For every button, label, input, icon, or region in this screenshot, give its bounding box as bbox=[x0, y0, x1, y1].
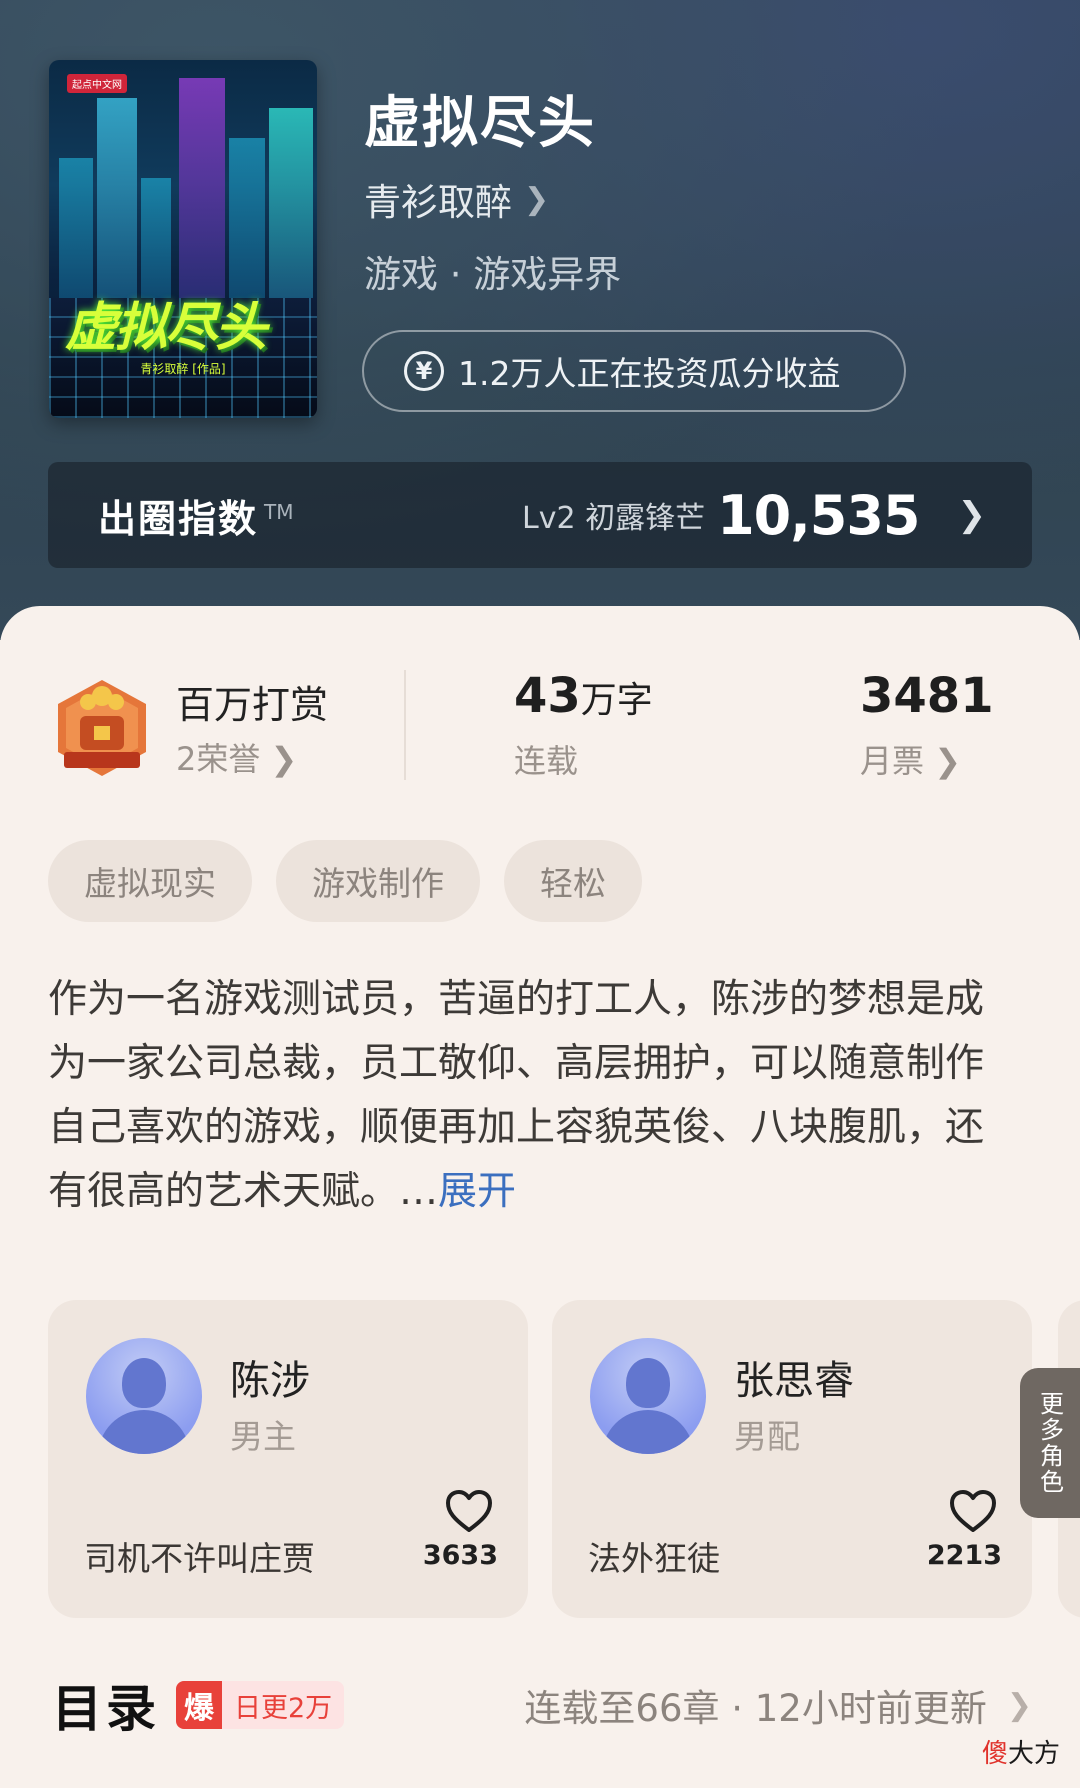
book-title: 虚拟尽头 bbox=[364, 90, 596, 156]
character-card[interactable]: 张思睿 男配 法外狂徒 2213 bbox=[552, 1300, 1032, 1618]
character-voice: 司机不许叫庄贾 bbox=[84, 1539, 315, 1578]
avatar-silhouette-head bbox=[122, 1358, 166, 1408]
avatar bbox=[86, 1338, 202, 1454]
synopsis[interactable]: 作为一名游戏测试员，苦逼的打工人，陈涉的梦想是成为一家公司总裁，员工敬仰、高层拥… bbox=[48, 968, 1008, 1224]
stats-row: 百万打赏 2荣誉 ❯ 43万字 连载 3481 月票 ❯ bbox=[0, 664, 1080, 794]
more-roles-button[interactable]: 更多角色 bbox=[1020, 1368, 1080, 1518]
invest-button[interactable]: ¥ 1.2万人正在投资瓜分收益 bbox=[362, 330, 906, 412]
chevron-right-icon: ❯ bbox=[524, 181, 550, 217]
watermark: 傻大方 bbox=[982, 1733, 1060, 1770]
toc-title: 目录 bbox=[52, 1680, 160, 1738]
character-list: 陈涉 男主 司机不许叫庄贾 3633 张思睿 男配 法外狂徒 2213 bbox=[48, 1300, 1080, 1620]
index-level: Lv2 初露锋芒 bbox=[522, 501, 706, 536]
reward-medal-icon[interactable] bbox=[50, 676, 154, 780]
character-role: 男主 bbox=[230, 1417, 296, 1456]
index-score: 10,535 bbox=[717, 483, 920, 547]
update-badge-text: 日更2万 bbox=[234, 1692, 333, 1724]
toc-status: 连载至66章 · 12小时前更新 bbox=[524, 1687, 987, 1730]
character-voice: 法外狂徒 bbox=[588, 1539, 720, 1578]
cover-building bbox=[97, 98, 137, 308]
avatar-silhouette-body bbox=[98, 1410, 190, 1454]
table-of-contents-row[interactable]: 目录 爆 日更2万 连载至66章 · 12小时前更新 ❯ bbox=[52, 1670, 1032, 1740]
monthly-ticket-link[interactable]: 月票 ❯ bbox=[860, 736, 961, 782]
yen-icon: ¥ bbox=[404, 351, 444, 391]
character-name: 张思睿 bbox=[734, 1358, 854, 1404]
cover-building bbox=[179, 78, 225, 308]
character-name: 陈涉 bbox=[230, 1358, 310, 1404]
heart-icon[interactable] bbox=[948, 1488, 998, 1534]
chevron-right-icon: ❯ bbox=[1006, 1687, 1032, 1723]
honor-title: 百万打赏 bbox=[176, 683, 329, 727]
author-name: 青衫取醉 bbox=[364, 181, 512, 224]
character-card[interactable]: 陈涉 男主 司机不许叫庄贾 3633 bbox=[48, 1300, 528, 1618]
cover-building bbox=[269, 108, 313, 308]
author-link[interactable]: 青衫取醉 ❯ bbox=[364, 172, 549, 226]
book-genre[interactable]: 游戏 · 游戏异界 bbox=[364, 244, 621, 298]
tag-list: 虚拟现实 游戏制作 轻松 bbox=[48, 840, 642, 922]
tag-chip[interactable]: 轻松 bbox=[504, 840, 642, 922]
avatar-silhouette-head bbox=[626, 1358, 670, 1408]
monthly-ticket-count: 3481 bbox=[860, 668, 994, 724]
monthly-ticket-label: 月票 bbox=[860, 742, 925, 780]
stats-divider bbox=[404, 670, 406, 780]
book-detail-card: 百万打赏 2荣誉 ❯ 43万字 连载 3481 月票 ❯ 虚拟现实 游戏制作 轻… bbox=[0, 606, 1080, 1788]
index-label: 出圈指数 bbox=[98, 496, 259, 541]
cover-author-line: 青衫取醉 [作品] bbox=[140, 362, 226, 376]
book-header: 起点中文网 虚拟尽头 青衫取醉 [作品] 虚拟尽头 青衫取醉 ❯ 游戏 · 游戏… bbox=[0, 0, 1080, 640]
watermark-accent: 傻 bbox=[981, 1739, 1008, 1769]
tag-chip[interactable]: 游戏制作 bbox=[276, 840, 480, 922]
character-role: 男配 bbox=[734, 1417, 800, 1456]
index-bar[interactable]: 出圈指数 TM Lv2 初露锋芒 10,535 ❯ bbox=[48, 462, 1032, 568]
trademark-mark: TM bbox=[264, 500, 294, 524]
update-badge: 爆 日更2万 bbox=[176, 1681, 345, 1729]
like-count: 3633 bbox=[422, 1540, 498, 1571]
word-count-value: 43 bbox=[514, 668, 581, 724]
watermark-text: 大方 bbox=[1007, 1739, 1060, 1769]
honor-count: 2荣誉 bbox=[176, 740, 261, 778]
avatar-silhouette-body bbox=[602, 1410, 694, 1454]
serial-status: 连载 bbox=[514, 742, 579, 780]
chevron-right-icon: ❯ bbox=[934, 742, 961, 780]
chevron-right-icon: ❯ bbox=[957, 495, 987, 535]
tag-chip[interactable]: 虚拟现实 bbox=[48, 840, 252, 922]
cover-building bbox=[229, 138, 265, 308]
hot-icon: 爆 bbox=[176, 1681, 222, 1729]
avatar bbox=[590, 1338, 706, 1454]
word-count: 43万字 bbox=[514, 668, 653, 724]
honor-link[interactable]: 2荣誉 ❯ bbox=[176, 734, 297, 780]
cover-title-art: 虚拟尽头 bbox=[65, 298, 267, 358]
word-count-unit: 万字 bbox=[580, 680, 653, 721]
cover-publisher-badge: 起点中文网 bbox=[67, 74, 127, 93]
heart-icon[interactable] bbox=[444, 1488, 494, 1534]
expand-link[interactable]: 展开 bbox=[438, 1169, 516, 1214]
chevron-right-icon: ❯ bbox=[270, 740, 298, 778]
invest-text: 1.2万人正在投资瓜分收益 bbox=[458, 354, 841, 393]
book-cover[interactable]: 起点中文网 虚拟尽头 青衫取醉 [作品] bbox=[49, 60, 317, 418]
like-count: 2213 bbox=[926, 1540, 1002, 1571]
